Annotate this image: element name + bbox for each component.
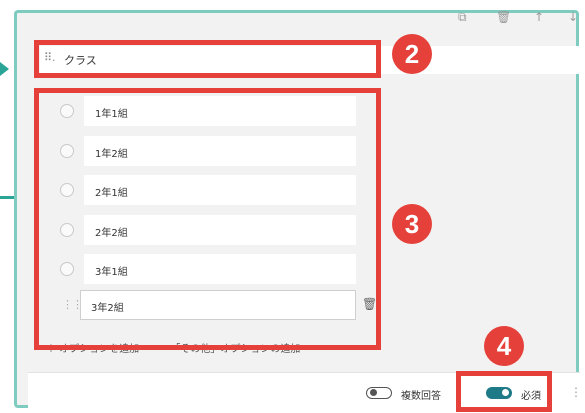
callout-box-question	[34, 40, 381, 78]
multiple-answers-toggle[interactable]	[366, 387, 392, 399]
move-up-icon[interactable]: ↑	[534, 10, 544, 24]
more-options-icon[interactable]: ⋮	[570, 385, 582, 399]
callout-badge-4: 4	[484, 326, 524, 366]
callout-connector-line	[0, 196, 14, 199]
multiple-answers-label: 複数回答	[401, 391, 441, 402]
callout-badge-2: 2	[392, 34, 432, 74]
callout-badge-3: 3	[392, 204, 432, 244]
callout-arrow	[0, 62, 9, 76]
copy-icon[interactable]: ⧉	[458, 10, 467, 24]
callout-box-options	[34, 88, 381, 350]
delete-question-icon[interactable]: 🗑	[496, 10, 511, 24]
move-down-icon[interactable]: ↓	[568, 10, 578, 24]
toggle-knob	[370, 389, 377, 396]
callout-box-required	[456, 371, 552, 412]
